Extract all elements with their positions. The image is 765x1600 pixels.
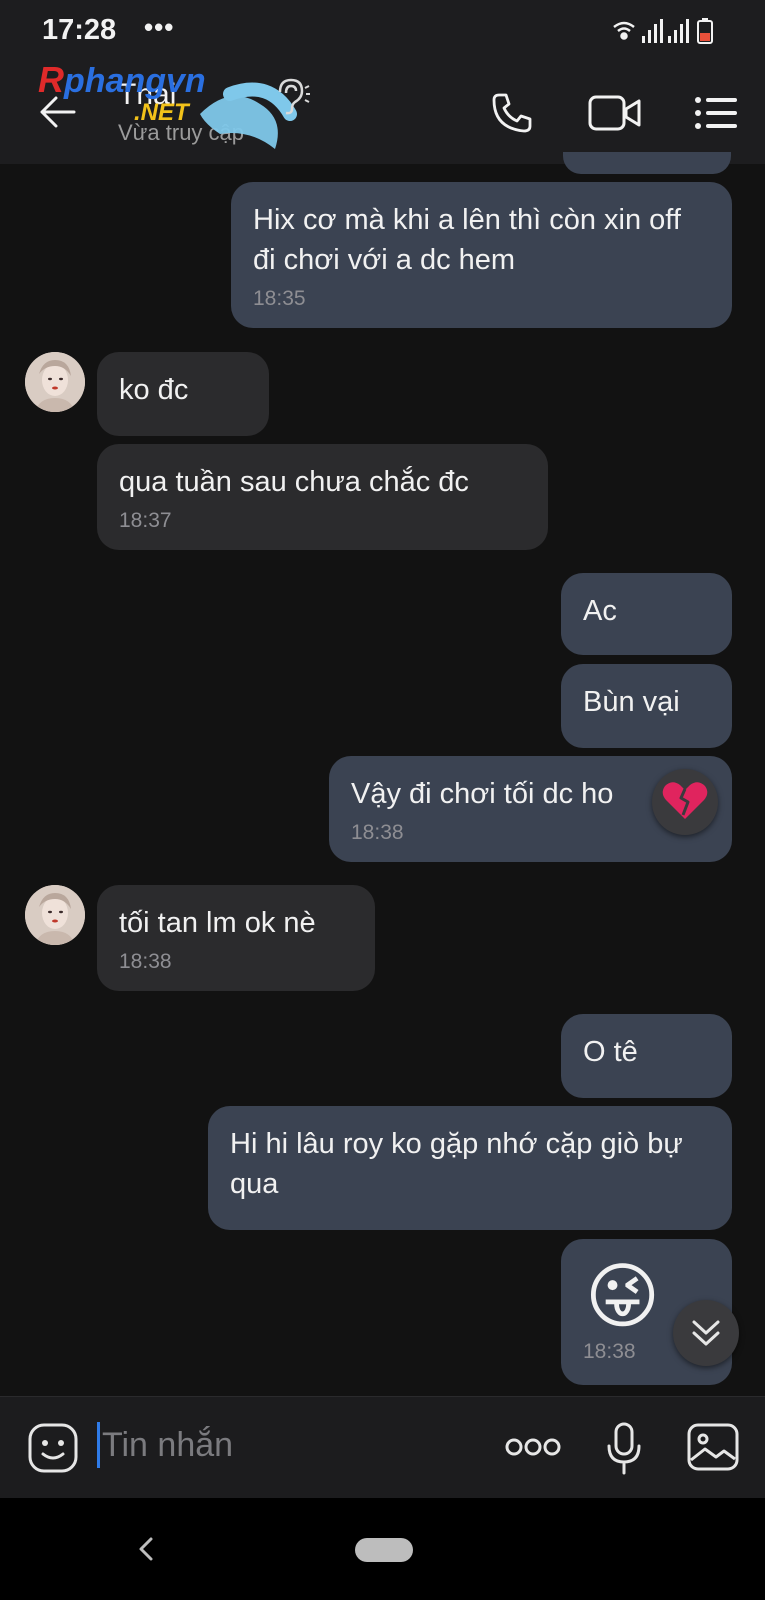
avatar[interactable] <box>25 352 85 412</box>
message-outgoing[interactable]: O tê <box>561 1014 732 1098</box>
sticker-icon[interactable] <box>27 1422 79 1474</box>
message-incoming[interactable]: ko đc <box>97 352 269 436</box>
more-options-icon[interactable] <box>505 1436 561 1458</box>
image-gallery-icon[interactable] <box>686 1422 740 1472</box>
message-time: 18:35 <box>253 287 306 310</box>
message-text: Hix cơ mà khi a lên thì còn xin off đi c… <box>253 204 681 276</box>
message-time: 18:37 <box>119 509 172 532</box>
message-input[interactable]: Tin nhắn <box>102 1426 233 1465</box>
message-text: tối tan lm ok nè <box>119 907 316 939</box>
status-icons <box>613 18 713 44</box>
svg-text:phangvn: phangvn <box>63 62 206 100</box>
signal-icon <box>642 19 689 43</box>
message-outgoing[interactable]: Ac <box>561 573 732 655</box>
message-text: Bùn vại <box>583 686 680 718</box>
microphone-icon[interactable] <box>605 1422 643 1476</box>
menu-list-icon[interactable] <box>694 96 738 130</box>
avatar[interactable] <box>25 885 85 945</box>
status-more: ••• <box>144 12 175 42</box>
nav-home-pill[interactable] <box>355 1538 413 1562</box>
svg-text:.NET: .NET <box>134 99 191 124</box>
message-text: Ac <box>583 595 617 627</box>
text-caret <box>97 1422 100 1468</box>
message-text: Hi hi lâu roy ko gặp nhớ cặp giò bự qua <box>230 1128 683 1200</box>
watermark-logo: R phangvn .NET <box>38 59 206 124</box>
broken-heart-icon <box>662 782 708 819</box>
message-outgoing[interactable]: Bùn vại <box>561 664 732 748</box>
message-outgoing[interactable]: Hix cơ mà khi a lên thì còn xin off đi c… <box>231 182 732 328</box>
scroll-to-bottom-button[interactable] <box>673 1300 739 1366</box>
nav-back-icon[interactable] <box>136 1536 156 1562</box>
message-text: Vậy đi chơi tối dc ho <box>351 778 614 810</box>
ear-icon[interactable] <box>274 76 310 116</box>
previous-message-edge <box>563 152 731 174</box>
double-chevron-down-icon <box>692 1320 720 1346</box>
status-time: 17:28 <box>42 14 117 46</box>
message-text: qua tuần sau chưa chắc đc <box>119 466 469 498</box>
video-call-icon[interactable] <box>588 94 642 132</box>
message-text: O tê <box>583 1036 638 1068</box>
message-incoming[interactable]: tối tan lm ok nè 18:38 <box>97 885 375 991</box>
message-outgoing[interactable]: Hi hi lâu roy ko gặp nhớ cặp giò bự qua <box>208 1106 732 1230</box>
svg-text:R: R <box>38 59 64 100</box>
message-text: ko đc <box>119 374 189 406</box>
avatar-image <box>25 885 85 945</box>
battery-icon <box>697 18 713 44</box>
reaction-badge[interactable] <box>652 769 718 835</box>
avatar-image <box>25 352 85 412</box>
wifi-icon <box>613 21 635 40</box>
phone-icon[interactable] <box>491 92 533 134</box>
message-incoming[interactable]: qua tuần sau chưa chắc đc 18:37 <box>97 444 548 550</box>
message-time: 18:38 <box>119 950 172 973</box>
